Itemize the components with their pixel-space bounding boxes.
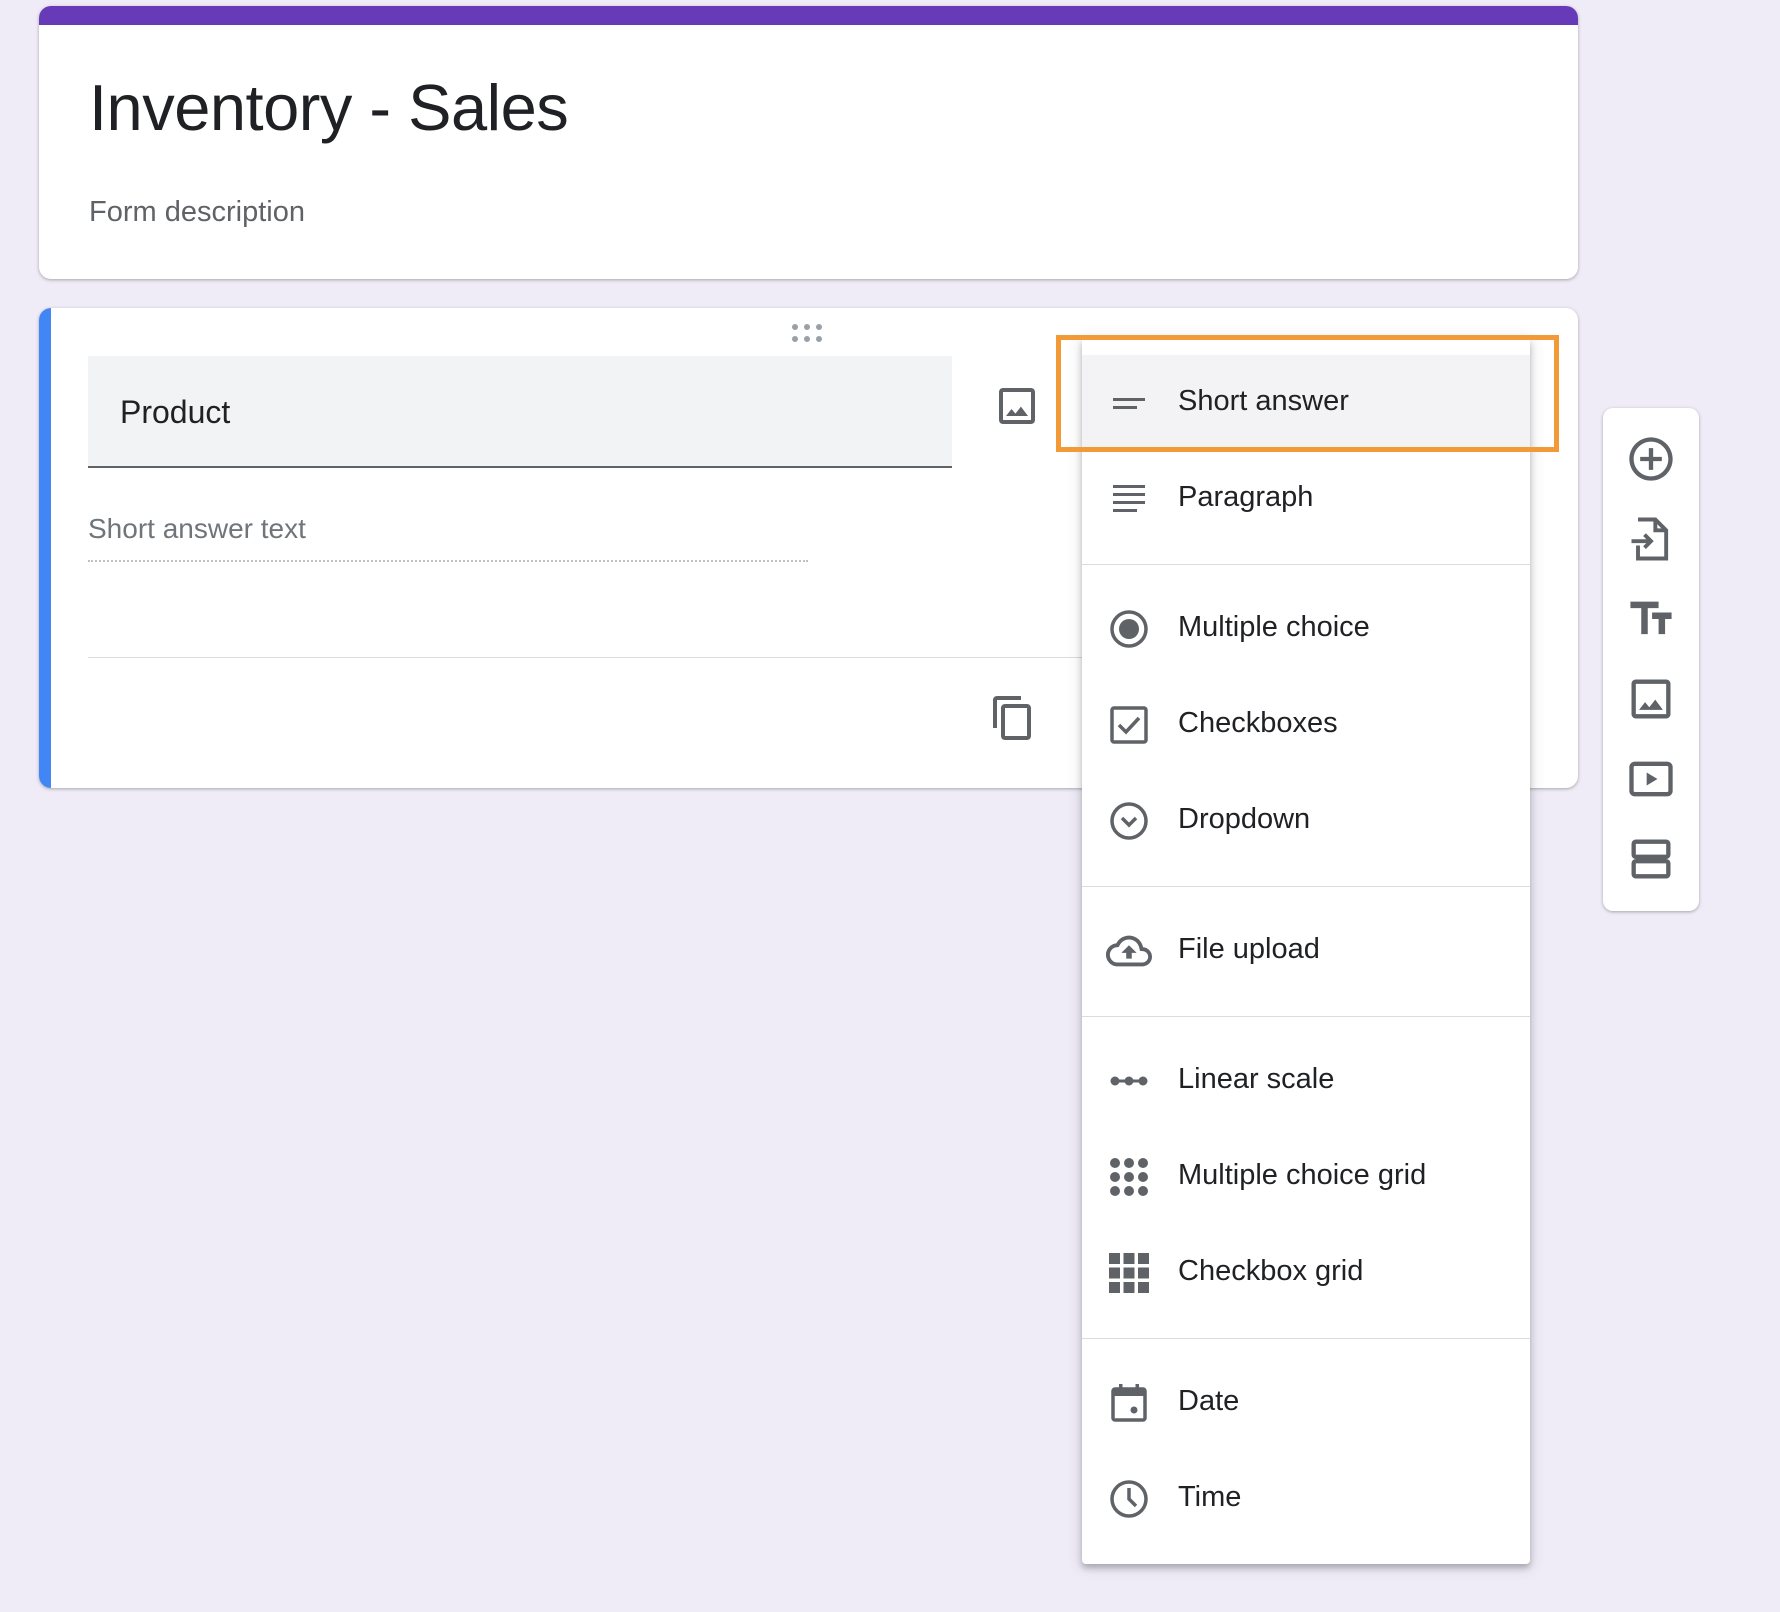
add-video-button[interactable] <box>1625 753 1677 805</box>
menu-item-paragraph[interactable]: Paragraph <box>1082 451 1530 547</box>
add-title-description-button[interactable] <box>1625 593 1677 645</box>
import-file-icon <box>1631 517 1669 561</box>
menu-item-file-upload[interactable]: File upload <box>1082 903 1530 999</box>
form-title[interactable]: Inventory - Sales <box>89 70 569 145</box>
menu-item-label: Short answer <box>1178 385 1349 417</box>
question-type-menu: Short answer Paragraph Multiple choice C… <box>1082 338 1530 1564</box>
add-image-button[interactable] <box>1625 673 1677 725</box>
menu-item-label: Time <box>1178 1481 1242 1513</box>
short-answer-icon <box>1106 380 1152 426</box>
checkbox-icon <box>1106 702 1152 748</box>
add-section-button[interactable] <box>1625 833 1677 885</box>
menu-item-label: Date <box>1178 1385 1240 1417</box>
menu-item-time[interactable]: Time <box>1082 1451 1530 1547</box>
answer-underline <box>88 560 808 562</box>
short-answer-placeholder: Short answer text <box>88 513 306 544</box>
menu-item-label: Checkbox grid <box>1178 1255 1364 1287</box>
text-size-icon <box>1630 601 1672 635</box>
image-icon <box>1631 679 1671 719</box>
menu-separator <box>1082 886 1530 887</box>
menu-separator <box>1082 1016 1530 1017</box>
menu-item-short-answer[interactable]: Short answer <box>1082 355 1530 451</box>
radio-button-icon <box>1106 606 1152 652</box>
menu-separator <box>1082 564 1530 565</box>
menu-item-label: Checkboxes <box>1178 707 1338 739</box>
import-questions-button[interactable] <box>1625 513 1677 565</box>
menu-item-label: Dropdown <box>1178 803 1311 835</box>
video-icon <box>1629 761 1673 797</box>
menu-item-label: Multiple choice grid <box>1178 1159 1427 1191</box>
menu-item-date[interactable]: Date <box>1082 1355 1530 1451</box>
menu-separator <box>1082 1338 1530 1339</box>
menu-item-multiple-choice-grid[interactable]: Multiple choice grid <box>1082 1129 1530 1225</box>
add-question-button[interactable] <box>1625 433 1677 485</box>
menu-item-label: File upload <box>1178 933 1320 965</box>
theme-bar <box>39 6 1578 25</box>
menu-item-label: Paragraph <box>1178 481 1314 513</box>
add-image-to-question-button[interactable] <box>993 382 1041 430</box>
question-title-text: Product <box>120 394 231 430</box>
drag-handle-icon[interactable] <box>790 322 824 344</box>
form-title-card: Inventory - Sales Form description <box>39 6 1578 279</box>
active-question-indicator <box>39 308 51 788</box>
question-footer-divider <box>88 657 1128 658</box>
form-description-field[interactable]: Form description <box>89 196 305 229</box>
side-toolbar <box>1603 408 1699 911</box>
menu-item-label: Linear scale <box>1178 1063 1335 1095</box>
dropdown-circle-icon <box>1106 798 1152 844</box>
menu-item-checkbox-grid[interactable]: Checkbox grid <box>1082 1225 1530 1321</box>
menu-item-linear-scale[interactable]: Linear scale <box>1082 1033 1530 1129</box>
add-circle-icon <box>1629 437 1673 481</box>
dot-grid-icon <box>1106 1154 1152 1200</box>
question-title-input[interactable]: Product <box>88 356 952 468</box>
menu-item-label: Multiple choice <box>1178 611 1370 643</box>
menu-item-dropdown[interactable]: Dropdown <box>1082 773 1530 869</box>
duplicate-question-button[interactable] <box>989 694 1037 742</box>
calendar-icon <box>1106 1380 1152 1426</box>
menu-item-checkboxes[interactable]: Checkboxes <box>1082 677 1530 773</box>
linear-scale-icon <box>1106 1058 1152 1104</box>
section-icon <box>1631 839 1671 879</box>
image-icon <box>999 388 1035 424</box>
cloud-upload-icon <box>1106 928 1152 974</box>
clock-icon <box>1106 1476 1152 1522</box>
paragraph-icon <box>1106 476 1152 522</box>
copy-icon <box>993 696 1031 740</box>
square-grid-icon <box>1106 1250 1152 1296</box>
menu-item-multiple-choice[interactable]: Multiple choice <box>1082 581 1530 677</box>
